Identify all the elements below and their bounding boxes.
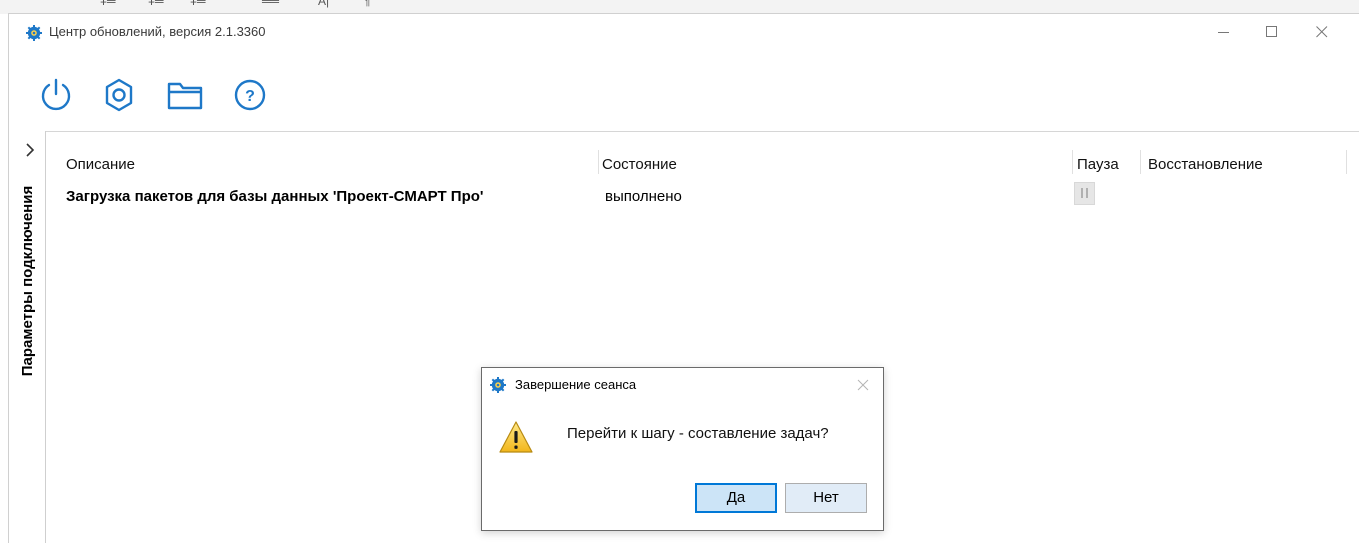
background-glyph: ǂ═: [100, 0, 116, 8]
gear-icon: [105, 78, 133, 112]
dialog-title: Завершение сеанса: [515, 377, 637, 392]
column-header-state[interactable]: Состояние: [602, 156, 677, 173]
column-divider: [598, 150, 599, 174]
maximize-icon: [1266, 26, 1277, 37]
dialog-message: Перейти к шагу - составление задач?: [567, 425, 829, 442]
background-window-strip: ǂ═ ǂ═ ǂ═ ══ A| ¶: [0, 0, 1359, 14]
folder-icon: [167, 82, 203, 110]
column-divider: [1140, 150, 1141, 174]
help-button[interactable]: ?: [231, 76, 269, 114]
power-icon: [41, 78, 71, 111]
pause-icon: [1081, 188, 1083, 198]
maximize-button[interactable]: [1249, 14, 1295, 50]
background-glyph: A|: [318, 0, 330, 8]
yes-button[interactable]: Да: [695, 483, 777, 513]
help-icon: ?: [234, 79, 266, 111]
close-icon: [1316, 26, 1328, 38]
column-header-restore[interactable]: Восстановление: [1148, 156, 1263, 173]
app-gear-icon: [490, 377, 506, 393]
pause-button[interactable]: [1074, 182, 1095, 205]
minimize-icon: [1218, 32, 1229, 33]
background-glyph: ¶: [364, 0, 371, 8]
close-icon[interactable]: [855, 377, 871, 393]
column-divider: [1072, 150, 1073, 174]
app-gear-icon: [26, 25, 42, 41]
background-glyph: ǂ═: [148, 0, 164, 8]
row-description: Загрузка пакетов для базы данных 'Проект…: [66, 188, 484, 205]
column-header-pause[interactable]: Пауза: [1077, 156, 1119, 173]
window-title: Центр обновлений, версия 2.1.3360: [49, 24, 266, 39]
power-button[interactable]: [37, 76, 75, 114]
close-button[interactable]: [1299, 14, 1345, 50]
column-divider: [1346, 150, 1347, 174]
end-session-dialog: Завершение сеанса Перейти к шагу - соста…: [481, 367, 884, 531]
connection-params-panel[interactable]: Параметры подключения: [9, 131, 46, 543]
no-button[interactable]: Нет: [785, 483, 867, 513]
open-folder-button[interactable]: [166, 76, 204, 114]
background-glyph: ══: [262, 0, 280, 8]
pause-icon: [1086, 188, 1088, 198]
row-state: выполнено: [605, 188, 682, 205]
sidebar-label: Параметры подключения: [19, 185, 36, 377]
background-glyph: ǂ═: [190, 0, 206, 8]
column-header-description[interactable]: Описание: [66, 156, 135, 173]
warning-icon: [499, 421, 533, 453]
settings-button[interactable]: [100, 76, 138, 114]
title-bar: Центр обновлений, версия 2.1.3360: [9, 14, 1359, 50]
svg-text:?: ?: [245, 88, 255, 105]
chevron-right-icon[interactable]: [25, 143, 35, 157]
minimize-button[interactable]: [1201, 14, 1247, 50]
